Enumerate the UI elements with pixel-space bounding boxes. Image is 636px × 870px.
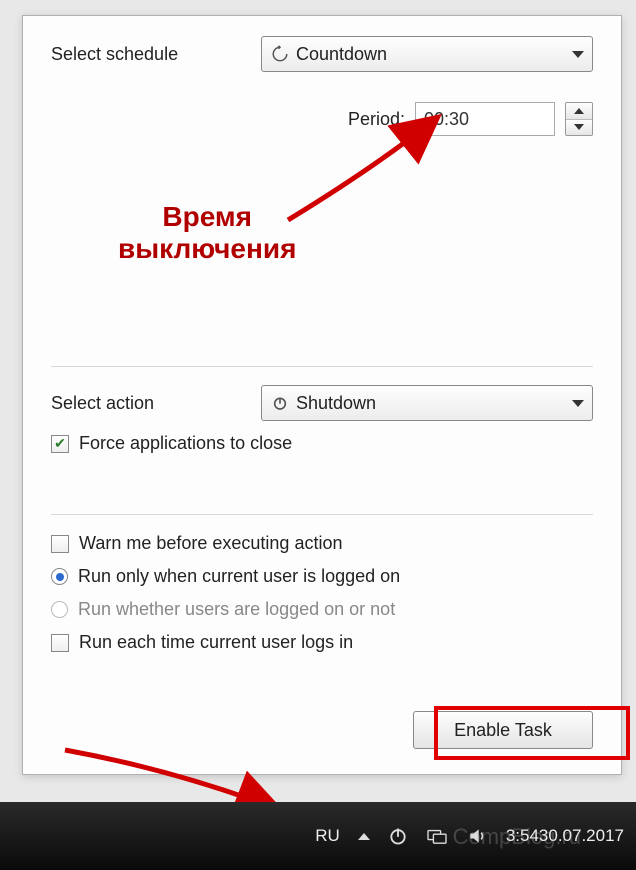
action-label: Select action [51, 393, 261, 414]
countdown-icon [270, 45, 290, 63]
chevron-up-icon [358, 833, 370, 840]
schedule-select[interactable]: Countdown [261, 36, 593, 72]
taskbar-network-icon[interactable] [426, 827, 448, 845]
taskbar-clock[interactable]: 3:54 30.07.2017 [506, 825, 624, 846]
period-input[interactable]: 00:30 [415, 102, 555, 136]
run-only-user-label: Run only when current user is logged on [78, 566, 400, 587]
run-only-user-row: Run only when current user is logged on [51, 566, 593, 587]
run-whether-label: Run whether users are logged on or not [78, 599, 395, 620]
run-each-login-checkbox[interactable] [51, 634, 69, 652]
warn-label: Warn me before executing action [79, 533, 342, 554]
taskbar-lang[interactable]: RU [315, 826, 340, 846]
chevron-down-icon [574, 124, 584, 130]
annotation-line1: Время [118, 201, 296, 233]
taskbar-date: 30.07.2017 [539, 825, 624, 846]
chevron-down-icon [572, 400, 584, 407]
run-each-login-label: Run each time current user logs in [79, 632, 353, 653]
run-whether-radio [51, 601, 68, 618]
action-select[interactable]: Shutdown [261, 385, 593, 421]
divider [51, 514, 593, 515]
annotation-text: Время выключения [118, 201, 296, 265]
warn-checkbox[interactable] [51, 535, 69, 553]
period-spinner [565, 102, 593, 136]
force-close-row: ✔ Force applications to close [51, 433, 593, 454]
taskbar-volume-icon[interactable] [466, 826, 488, 846]
power-icon [270, 395, 290, 411]
taskbar-power-icon[interactable] [388, 826, 408, 846]
enable-task-label: Enable Task [454, 720, 552, 741]
warn-row: Warn me before executing action [51, 533, 593, 554]
chevron-down-icon [572, 51, 584, 58]
run-whether-row: Run whether users are logged on or not [51, 599, 593, 620]
force-close-label: Force applications to close [79, 433, 292, 454]
action-row: Select action Shutdown [51, 385, 593, 421]
schedule-value: Countdown [296, 44, 572, 65]
enable-task-button[interactable]: Enable Task [413, 711, 593, 749]
period-label: Period: [348, 109, 405, 130]
spinner-down[interactable] [566, 120, 592, 136]
taskbar-tray-expand[interactable] [358, 833, 370, 840]
chevron-up-icon [574, 108, 584, 114]
divider [51, 366, 593, 367]
run-each-login-row: Run each time current user logs in [51, 632, 593, 653]
schedule-row: Select schedule Countdown [51, 36, 593, 72]
force-close-checkbox[interactable]: ✔ [51, 435, 69, 453]
annotation-line2: выключения [118, 233, 296, 265]
schedule-label: Select schedule [51, 44, 261, 65]
settings-panel: Select schedule Countdown Period: 00:30 … [22, 15, 622, 775]
period-row: Period: 00:30 [51, 102, 593, 136]
taskbar-time: 3:54 [506, 825, 539, 846]
taskbar: RU 3:54 30.07.2017 [0, 802, 636, 870]
button-container: Enable Task [413, 711, 593, 749]
action-value: Shutdown [296, 393, 572, 414]
spinner-up[interactable] [566, 103, 592, 120]
run-only-user-radio[interactable] [51, 568, 68, 585]
